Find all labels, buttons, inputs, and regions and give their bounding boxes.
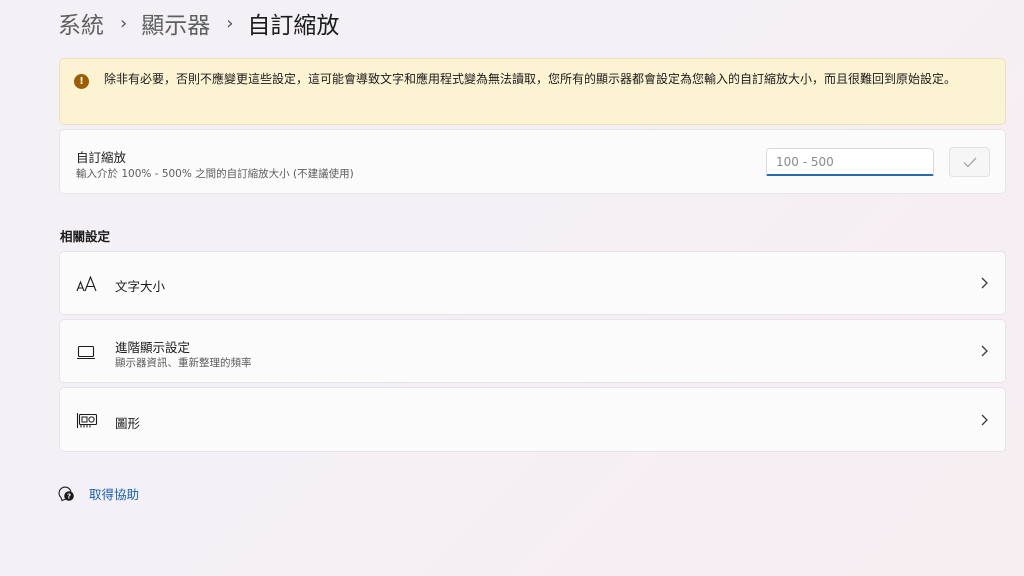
warning-icon: ! xyxy=(74,74,89,89)
help-icon: ? xyxy=(58,486,74,502)
custom-scaling-description: 輸入介於 100% - 500% 之間的自訂縮放大小 (不建議使用) xyxy=(76,168,354,180)
breadcrumb-separator: › xyxy=(226,12,234,34)
get-help-label: 取得協助 xyxy=(89,487,140,502)
related-item-label: 圖形 xyxy=(115,416,141,431)
related-item-graphics[interactable]: 圖形 xyxy=(59,387,1006,452)
breadcrumb: 系統 › 顯示器 › 自訂縮放 xyxy=(58,5,339,41)
graphics-card-icon xyxy=(76,413,98,428)
breadcrumb-item-system[interactable]: 系統 xyxy=(58,6,104,40)
monitor-icon xyxy=(77,345,95,360)
related-settings-heading: 相關設定 xyxy=(60,229,111,244)
related-item-subtitle: 顯示器資訊、重新整理的頻率 xyxy=(115,357,252,369)
custom-scaling-title: 自訂縮放 xyxy=(76,150,127,165)
custom-scaling-card: 自訂縮放 輸入介於 100% - 500% 之間的自訂縮放大小 (不建議使用) xyxy=(59,129,1006,194)
related-item-advanced-display[interactable]: 進階顯示設定 顯示器資訊、重新整理的頻率 xyxy=(59,319,1006,383)
svg-text:?: ? xyxy=(67,493,71,501)
warning-infobar: ! 除非有必要，否則不應變更這些設定，這可能會導致文字和應用程式變為無法讀取，您… xyxy=(59,58,1006,125)
custom-scaling-input[interactable] xyxy=(766,148,934,176)
chevron-right-icon xyxy=(981,277,988,289)
checkmark-icon xyxy=(963,157,976,167)
related-item-label: 文字大小 xyxy=(115,279,166,294)
page-title: 自訂縮放 xyxy=(247,13,340,39)
breadcrumb-separator: › xyxy=(120,12,128,34)
breadcrumb-item-display[interactable]: 顯示器 xyxy=(141,6,210,40)
confirm-button[interactable] xyxy=(949,147,990,177)
chevron-right-icon xyxy=(981,345,988,357)
related-item-text-size[interactable]: 文字大小 xyxy=(59,251,1006,315)
warning-text: 除非有必要，否則不應變更這些設定，這可能會導致文字和應用程式變為無法讀取，您所有… xyxy=(104,72,957,86)
get-help-link[interactable]: ? 取得協助 xyxy=(58,484,139,503)
related-item-label: 進階顯示設定 xyxy=(115,340,191,355)
text-size-icon xyxy=(76,276,97,292)
chevron-right-icon xyxy=(981,414,988,425)
